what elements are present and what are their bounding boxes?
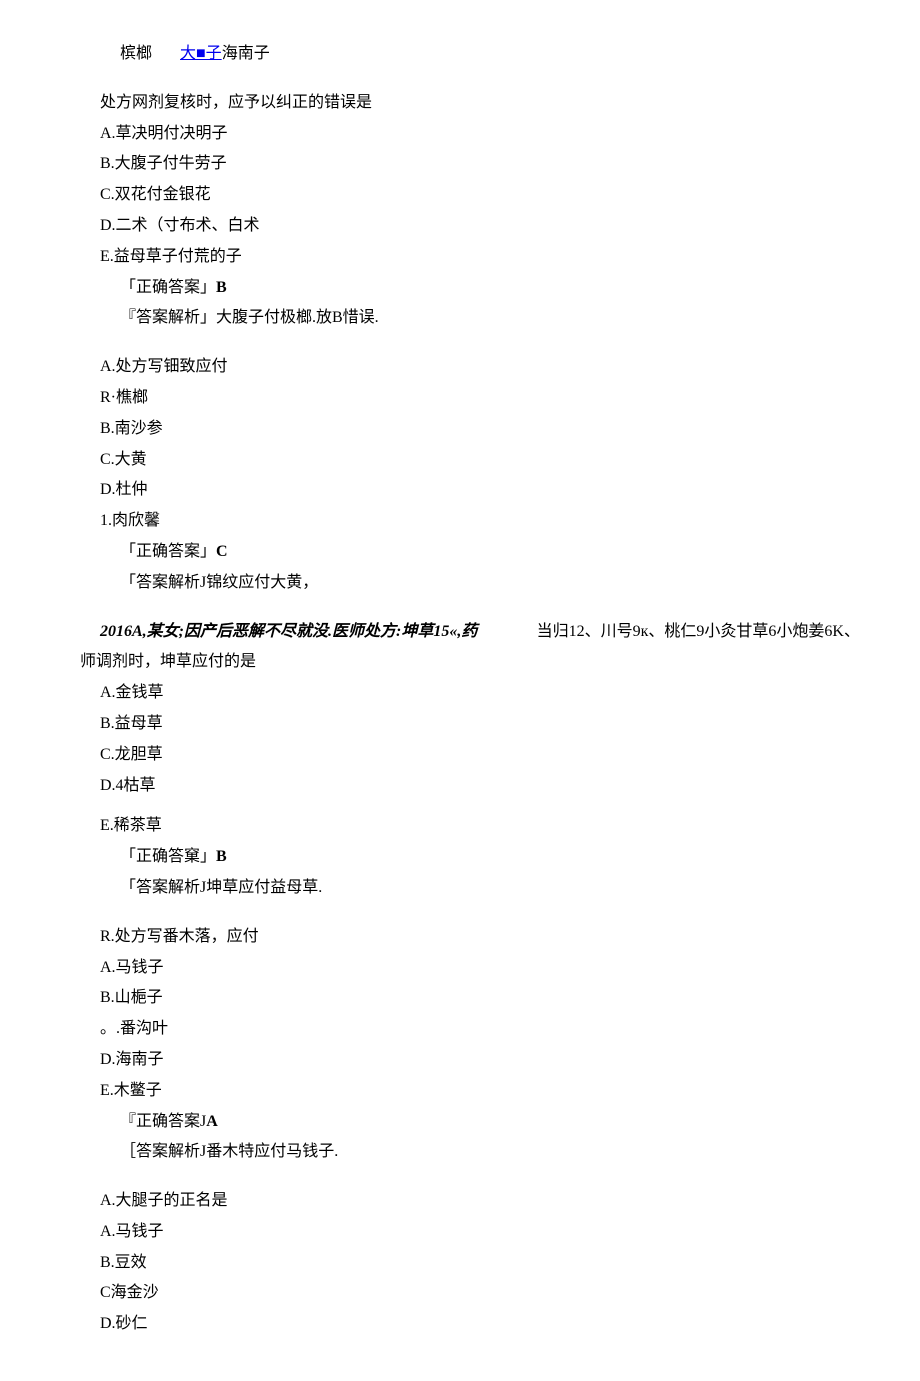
q2-explanation: 「答案解析J锦纹应付大黄， [60, 569, 860, 598]
q1-option-b: B.大腹子付牛劳子 [60, 150, 860, 179]
q3-stem-left: 2016A,某女;因产后恶解不尽就没.医师处方:坤草15«,药 [100, 618, 477, 647]
q3-option-c: C.龙胆草 [60, 741, 860, 770]
q1-option-e: E.益母草子付荒的子 [60, 243, 860, 272]
q3-answer-label: 「正确答窠」 [120, 848, 216, 865]
q3-stem-row: 2016A,某女;因产后恶解不尽就没.医师处方:坤草15«,药 当归12、川号9… [60, 618, 860, 647]
header-link[interactable]: 大■子 [180, 45, 222, 62]
q2-option-r: R·樵榔 [60, 384, 860, 413]
q4-explanation: ［答案解析J番木特应付马钱子. [60, 1138, 860, 1167]
q1-stem: 处方网剂复核时，应予以纠正的错误是 [60, 89, 860, 118]
q3-option-b: B.益母草 [60, 710, 860, 739]
q4-option-a: A.马钱子 [60, 954, 860, 983]
q2-option-d: D.杜仲 [60, 476, 860, 505]
header-text-1: 槟榔 [120, 45, 152, 62]
q3-option-d: D.4枯草 [60, 772, 860, 801]
q5-option-c: C海金沙 [60, 1279, 860, 1308]
q2-option-1: 1.肉欣馨 [60, 507, 860, 536]
header-text-2: 海南子 [222, 45, 270, 62]
q1-option-c: C.双花付金银花 [60, 181, 860, 210]
q3-option-e: E.稀茶草 [60, 812, 860, 841]
q4-option-c: 。.番沟叶 [60, 1015, 860, 1044]
q2-option-c: C.大黄 [60, 446, 860, 475]
q4-stem: R.处方写番木落，应付 [60, 923, 860, 952]
q3-stem-right: 当归12、川号9к、桃仁9小灸甘草6小炮姜6K、 [537, 618, 860, 647]
q4-option-e: E.木鳖子 [60, 1077, 860, 1106]
q3-answer-value: B [216, 848, 227, 865]
q3-stem-2: 师调剂时，坤草应付的是 [60, 648, 860, 677]
q1-answer: 「正确答案」B [60, 274, 860, 303]
q2-answer-label: 「正确答案」 [120, 543, 216, 560]
q4-answer: 『正确答案JA [60, 1108, 860, 1137]
q2-stem: A.处方写钿致应付 [60, 353, 860, 382]
q1-explanation: 『答案解析」大腹子付极榔.放B惜误. [60, 304, 860, 333]
q1-answer-label: 「正确答案」 [120, 279, 216, 296]
q5-option-d: D.砂仁 [60, 1310, 860, 1339]
q5-stem: A.大腿子的正名是 [60, 1187, 860, 1216]
q2-option-b: B.南沙参 [60, 415, 860, 444]
q3-option-a: A.金钱草 [60, 679, 860, 708]
q5-option-b: B.豆效 [60, 1249, 860, 1278]
q4-option-b: B.山梔子 [60, 984, 860, 1013]
q5-option-a: A.马钱子 [60, 1218, 860, 1247]
q4-answer-label: 『正确答案J [120, 1113, 206, 1130]
q1-answer-value: B [216, 279, 227, 296]
q2-answer-value: C [216, 543, 228, 560]
q3-explanation: 「答案解析J坤草应付益母草. [60, 874, 860, 903]
q1-option-d: D.二术（寸布术、白术 [60, 212, 860, 241]
q2-answer: 「正确答案」C [60, 538, 860, 567]
q4-answer-value: A [206, 1113, 218, 1130]
q3-answer: 「正确答窠」B [60, 843, 860, 872]
q1-option-a: A.草决明付决明子 [60, 120, 860, 149]
q4-option-d: D.海南子 [60, 1046, 860, 1075]
header-line: 槟榔 大■子海南子 [60, 40, 860, 69]
